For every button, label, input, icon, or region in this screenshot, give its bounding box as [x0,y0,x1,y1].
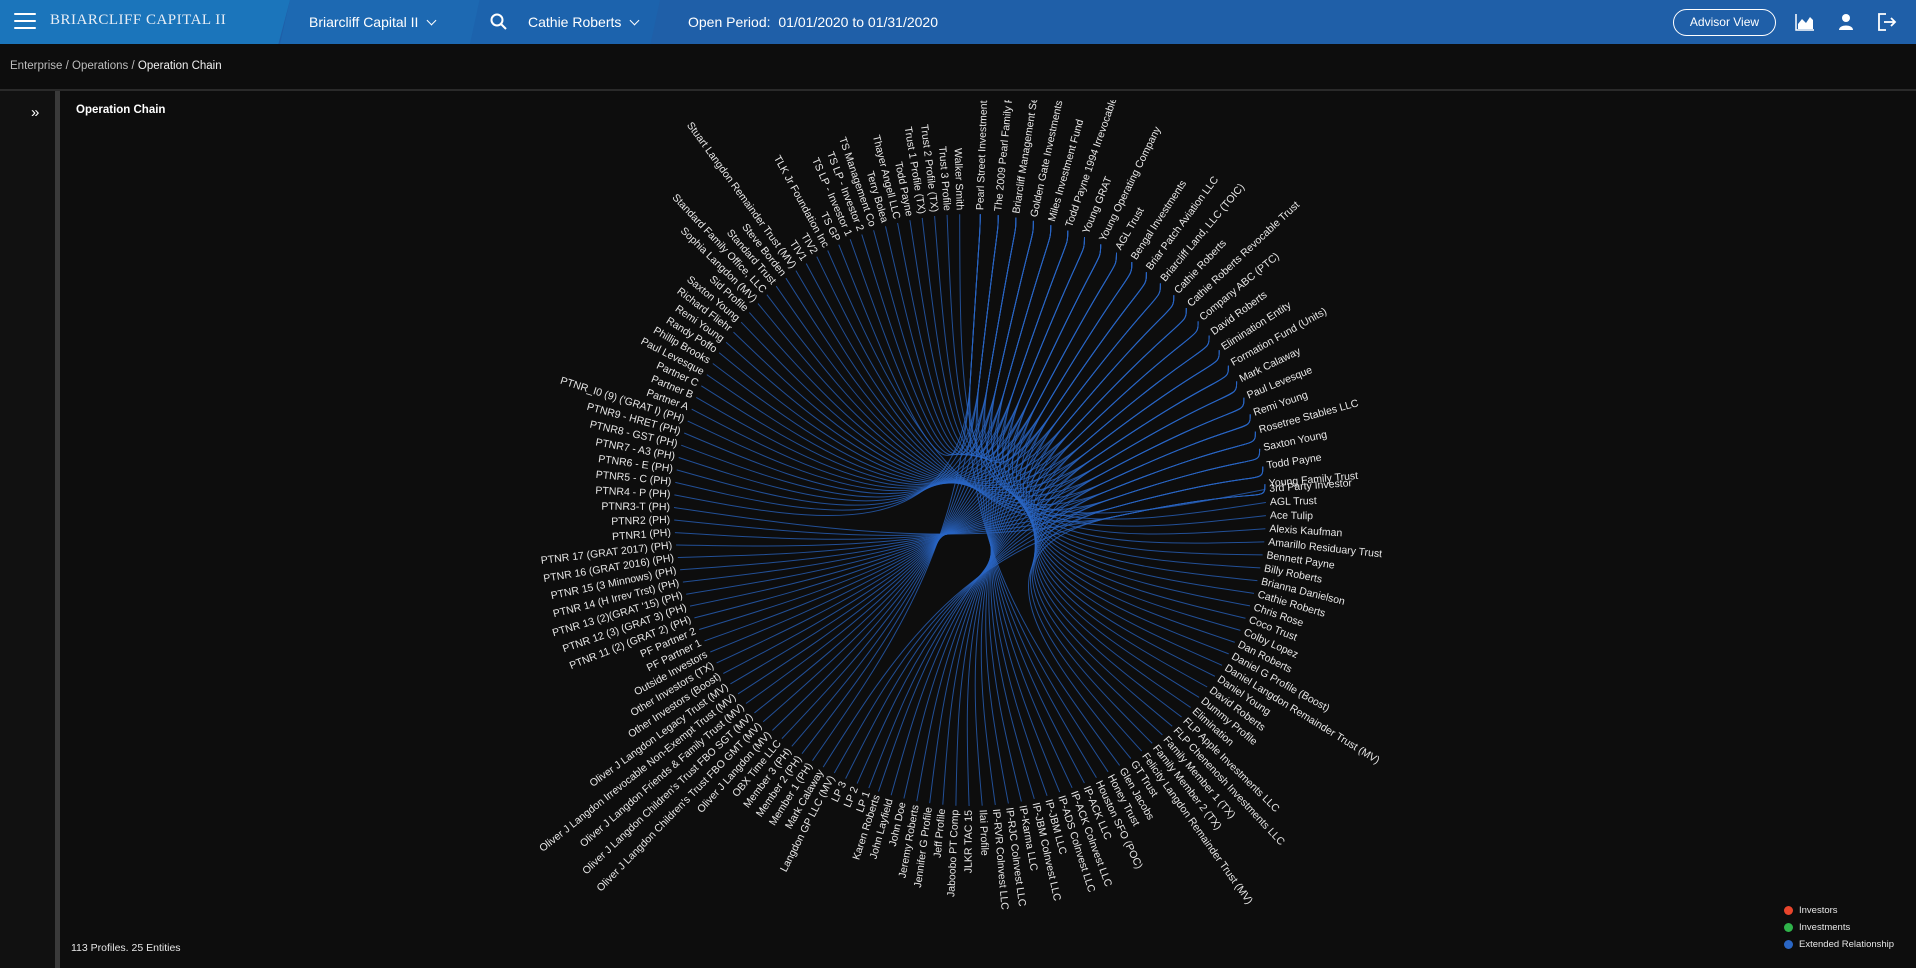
period-value: 01/01/2020 to 01/31/2020 [778,14,938,30]
entity-name: Briarcliff Capital II [309,14,419,30]
breadcrumb-separator: / [128,60,138,72]
chord-link [897,222,1069,456]
node-label[interactable]: Ace Tulip [1270,509,1314,522]
node-label[interactable]: Jeff Profile [932,808,949,858]
node-label[interactable]: AGL Trust [1270,495,1317,508]
legend: Investors Investments Extended Relations… [1784,902,1894,953]
node-label[interactable]: Jaboobo PT Comp [945,809,961,897]
panel-title: Operation Chain [76,104,166,116]
legend-swatch-extended [1784,940,1793,949]
open-period: Open Period: 01/01/2020 to 01/31/2020 [688,14,938,30]
legend-label: Investments [1799,922,1851,933]
breadcrumb-item-operations[interactable]: Operations [72,60,128,72]
user-selector[interactable]: Cathie Roberts [528,14,640,30]
chart-icon[interactable] [1795,13,1815,31]
logout-icon[interactable] [1877,13,1897,31]
legend-label: Extended Relationship [1799,939,1895,950]
legend-item-investments: Investments [1784,919,1894,936]
chord-link [980,272,1147,805]
node-label[interactable]: Todd Payne [1266,452,1323,472]
node-label[interactable]: Walker Smith [952,148,966,211]
profile-count: 113 Profiles. 25 Entities [71,942,181,954]
breadcrumb-separator: / [62,60,73,72]
node-label[interactable]: JLKR TAC 15 [963,810,975,873]
user-icon[interactable] [1836,13,1856,31]
chord-link [737,252,1118,695]
chevron-down-icon [629,15,640,26]
chevron-down-icon [427,15,437,26]
chord-link [1028,295,1235,643]
rail-scrollbar[interactable] [55,91,60,968]
legend-label: Investors [1799,905,1838,916]
node-label[interactable]: PTNR2 (PH) [611,514,670,528]
chord-link [929,335,1210,804]
logo: BRIARCLIFF CAPITAL II [50,12,227,28]
chord-link [710,295,1175,653]
chord-link [701,262,1133,486]
menu-icon[interactable] [14,13,36,31]
legend-item-extended: Extended Relationship [1784,936,1894,953]
top-bar: BRIARCLIFF CAPITAL II Briarcliff Capital… [0,0,1916,44]
legend-swatch-investments [1784,923,1793,932]
breadcrumb-current: Operation Chain [137,60,222,72]
user-name: Cathie Roberts [528,14,622,30]
header-divider [0,89,1916,91]
legend-item-investors: Investors [1784,902,1894,919]
expand-sidebar-icon[interactable]: » [31,104,39,121]
entity-selector[interactable]: Briarcliff Capital II [309,14,437,30]
node-label[interactable]: Cathie Roberts Revocable Trust [1185,199,1302,309]
period-label: Open Period: [688,14,771,30]
node-label[interactable]: Ilai Profile [977,809,991,856]
breadcrumb: Enterprise / Operations / Operation Chai… [10,60,222,72]
chord-link [706,272,1147,485]
chord-links [673,214,1266,807]
node-label[interactable]: Pearl Street Investments, LP [974,100,991,210]
node-label[interactable]: PTNR4 - P (PH) [595,485,671,501]
node-label[interactable]: PTNR3-T (PH) [601,501,670,514]
legend-swatch-investors [1784,906,1793,915]
left-rail [0,91,60,968]
advisor-view-button[interactable]: Advisor View [1673,9,1776,36]
search-icon[interactable] [490,13,507,30]
breadcrumb-item-enterprise[interactable]: Enterprise [10,60,62,72]
operation-chain-chart[interactable]: Pearl Street Investments, LP The 2009 Pea… [500,100,1500,960]
